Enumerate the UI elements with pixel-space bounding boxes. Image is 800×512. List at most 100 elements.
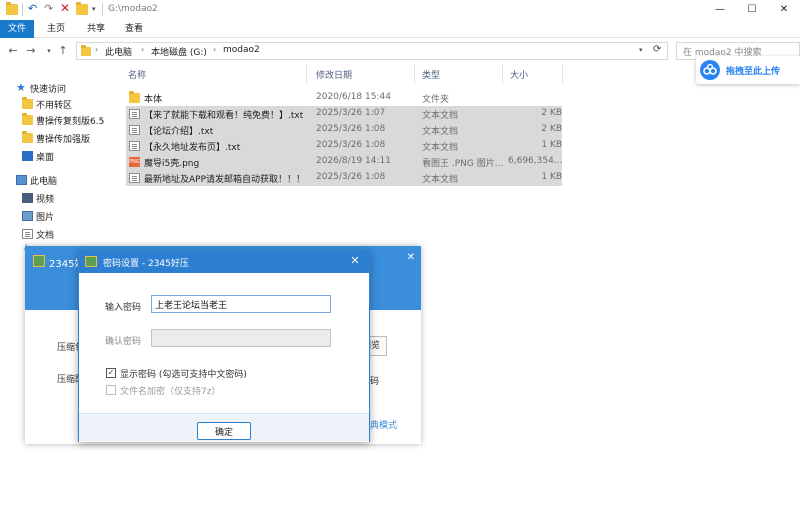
tab-view[interactable]: 查看 <box>116 20 152 38</box>
maximize-button[interactable]: ☐ <box>736 0 768 20</box>
file-name: 【论坛介绍】.txt <box>144 127 214 137</box>
encrypt-filenames-label: 文件名加密（仅支持7z） <box>120 387 221 397</box>
forward-arrow-icon[interactable]: → <box>24 44 38 58</box>
file-date: 2026/8/19 14:11 <box>316 156 391 166</box>
breadcrumb-folder[interactable]: modao2 <box>223 45 260 55</box>
refresh-icon[interactable]: ⟳ <box>653 44 661 55</box>
new-folder-icon[interactable] <box>76 2 88 15</box>
breadcrumb-this-pc[interactable]: 此电脑 <box>105 45 132 58</box>
tab-share[interactable]: 共享 <box>78 20 114 38</box>
window-titlebar: ↶ ↷ ✕ ▾ G:\modao2 — ☐ ✕ <box>0 0 800 20</box>
up-arrow-icon[interactable]: ↑ <box>56 44 70 58</box>
text-file-icon <box>129 125 140 135</box>
column-separator[interactable] <box>502 64 503 84</box>
close-icon[interactable]: ✕ <box>407 252 415 263</box>
confirm-password-input[interactable] <box>151 329 331 347</box>
file-date: 2020/6/18 15:44 <box>316 92 391 102</box>
sidebar-item-quick[interactable]: 曹操传复刻版6.5 <box>0 112 120 128</box>
computer-icon <box>16 175 27 185</box>
file-size: 2 KB <box>541 124 562 134</box>
folder-icon <box>129 91 140 103</box>
encrypt-filenames-checkbox[interactable] <box>106 385 116 395</box>
password-input[interactable] <box>151 295 331 313</box>
folder-icon <box>22 131 33 143</box>
file-date: 2025/3/26 1:08 <box>316 172 386 182</box>
show-password-label: 显示密码 (勾选可支持中文密码) <box>120 370 247 380</box>
confirm-password-label: 确认密码 <box>105 337 142 347</box>
password-dialog-titlebar: 密码设置 - 2345好压 ✕ <box>79 251 369 273</box>
table-row[interactable]: PNG 魔导i5壳.png 2026/8/19 14:11 看图王 .PNG 图片..… <box>126 154 562 170</box>
sidebar-item-pc[interactable]: 视频 <box>0 190 120 206</box>
sidebar-item-quick[interactable]: 桌面 <box>0 148 120 164</box>
file-type: 文本文档 <box>422 127 459 137</box>
chevron-down-icon[interactable]: ▾ <box>639 46 643 54</box>
undo-icon[interactable]: ↶ <box>28 2 37 15</box>
ok-button[interactable]: 确定 <box>197 422 251 440</box>
folder-icon <box>22 113 33 125</box>
file-type: 文本文档 <box>422 143 459 153</box>
file-size: 6,696,354... <box>508 156 562 166</box>
breadcrumb-separator[interactable]: › <box>213 45 216 54</box>
file-name: 最新地址及APP请发邮箱自动获取！！！ .... <box>144 175 308 185</box>
close-icon[interactable]: ✕ <box>347 254 363 267</box>
sidebar-item-this-pc[interactable]: 此电脑 <box>0 172 120 188</box>
show-password-checkbox[interactable]: ✓ <box>106 368 116 378</box>
breadcrumb-separator[interactable]: › <box>95 45 98 54</box>
haozip-app-icon <box>33 255 45 267</box>
divider <box>102 3 103 16</box>
column-separator[interactable] <box>562 64 563 84</box>
address-bar[interactable]: › 此电脑 › 本地磁盘 (G:) › modao2 ▾ ⟳ <box>76 42 668 60</box>
table-row[interactable]: 【永久地址发布页】.txt 2025/3/26 1:08 文本文档 1 KB <box>126 138 562 154</box>
column-separator[interactable] <box>414 64 415 84</box>
table-row[interactable]: 【来了就能下载和观看！纯免费！】.txt 2025/3/26 1:07 文本文档 2 … <box>126 106 562 122</box>
delete-icon[interactable]: ✕ <box>60 1 70 15</box>
sidebar-item-pc[interactable]: 文档 <box>0 226 120 242</box>
folder-icon <box>6 2 18 15</box>
file-size: 2 KB <box>541 108 562 118</box>
password-dialog-title: 密码设置 - 2345好压 <box>103 259 189 269</box>
password-dialog-footer: 确定 <box>79 413 369 442</box>
sidebar-label: 图片 <box>36 213 55 223</box>
sidebar-item-quick-access[interactable]: ★ 快速访问 <box>0 80 120 96</box>
file-type: 文本文档 <box>422 175 459 185</box>
recent-locations-icon[interactable]: ▾ <box>42 44 56 58</box>
redo-icon[interactable]: ↷ <box>44 2 53 15</box>
file-type: 看图王 .PNG 图片... <box>422 159 504 169</box>
sidebar-label: 快速访问 <box>30 85 67 95</box>
breadcrumb-separator[interactable]: › <box>141 45 144 54</box>
ribbon-tabs: 文件 主页 共享 查看 <box>0 20 800 38</box>
file-size: 1 KB <box>541 172 562 182</box>
minimize-button[interactable]: — <box>704 0 736 20</box>
window-title: G:\modao2 <box>108 4 158 14</box>
table-row[interactable]: 本体 2020/6/18 15:44 文件夹 <box>126 90 562 106</box>
tab-file[interactable]: 文件 <box>0 20 34 38</box>
address-row: ← → ▾ ↑ › 此电脑 › 本地磁盘 (G:) › modao2 ▾ ⟳ 在… <box>0 38 800 64</box>
sidebar-item-pc[interactable]: 图片 <box>0 208 120 224</box>
customize-quick-access-icon[interactable]: ▾ <box>92 5 96 13</box>
column-header-date[interactable]: 修改日期 <box>316 68 352 81</box>
file-size: 1 KB <box>541 140 562 150</box>
file-name: 【来了就能下载和观看！纯免费！】.txt <box>144 111 304 121</box>
sidebar-label: 视频 <box>36 195 55 205</box>
back-arrow-icon[interactable]: ← <box>6 44 20 58</box>
column-separator[interactable] <box>306 64 307 84</box>
text-file-icon <box>129 109 140 119</box>
sidebar-label: 曹操传加强版 <box>36 135 91 145</box>
table-row[interactable]: 【论坛介绍】.txt 2025/3/26 1:08 文本文档 2 KB <box>126 122 562 138</box>
column-header-name[interactable]: 名称 <box>128 68 146 81</box>
breadcrumb-drive[interactable]: 本地磁盘 (G:) <box>151 45 207 58</box>
file-date: 2025/3/26 1:08 <box>316 140 386 150</box>
sidebar-label: 曹操传复刻版6.5 <box>36 117 105 127</box>
file-date: 2025/3/26 1:08 <box>316 124 386 134</box>
table-row[interactable]: 最新地址及APP请发邮箱自动获取！！！ .... 2025/3/26 1:08 文本… <box>126 170 562 186</box>
sidebar-item-quick[interactable]: 曹操传加强版 <box>0 130 120 146</box>
sidebar-label: 不用转区 <box>36 101 73 111</box>
tab-home[interactable]: 主页 <box>38 20 74 38</box>
sidebar-item-quick[interactable]: 不用转区 <box>0 96 120 112</box>
sidebar-label: 桌面 <box>36 153 55 163</box>
divider <box>22 3 23 16</box>
close-button[interactable]: ✕ <box>768 0 800 20</box>
column-header-type[interactable]: 类型 <box>422 68 440 81</box>
column-header-size[interactable]: 大小 <box>510 68 528 81</box>
file-name: 本体 <box>144 95 163 105</box>
